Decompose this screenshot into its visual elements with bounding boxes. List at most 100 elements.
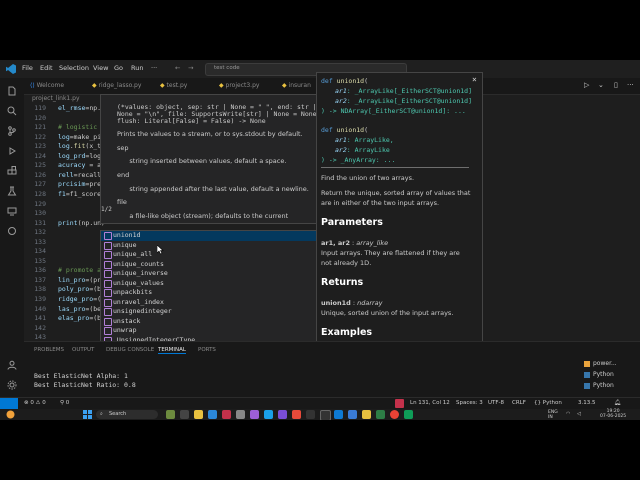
code-line[interactable]: # promote a [58, 266, 101, 274]
windows-start-icon[interactable] [83, 410, 92, 419]
app-l-icon[interactable] [222, 410, 231, 419]
terminal-session-label: Python [593, 371, 614, 378]
edge-icon[interactable] [264, 410, 273, 419]
chrome-icon[interactable] [390, 410, 399, 419]
panel-tab[interactable]: OUTPUT [72, 347, 94, 353]
line-number: 140 [34, 304, 46, 313]
code-line[interactable]: poly_pro=(b [58, 285, 101, 293]
status-python-version[interactable]: 3.13.5 [578, 400, 596, 406]
line-number: 123 [34, 142, 46, 151]
language-indicator[interactable]: ENG IN [548, 410, 558, 420]
office-icon[interactable] [292, 410, 301, 419]
terminal-session[interactable]: Python [584, 382, 640, 393]
file-explorer-icon[interactable] [194, 410, 203, 419]
suggestion-item[interactable]: unwrap [101, 326, 317, 336]
suggestion-item[interactable]: unique [101, 241, 317, 251]
taskbar-app-icon[interactable] [166, 410, 175, 419]
code-line[interactable]: log.fit(x_t [58, 142, 101, 150]
status-encoding[interactable]: UTF-8 [488, 400, 504, 406]
line-number: 129 [34, 199, 46, 208]
close-icon[interactable]: × [472, 75, 477, 84]
terminal-session-label: power... [593, 360, 617, 367]
terminal-session[interactable]: Python [584, 371, 640, 382]
code-line[interactable]: f1=f1_score [58, 190, 101, 198]
documentation-panel: × def union1d( ar1: _ArrayLike[_EitherSC… [316, 72, 483, 348]
function-kind-icon [104, 232, 112, 240]
function-kind-icon [104, 270, 112, 278]
taskbar-search-box[interactable]: ⌕ Search [96, 410, 158, 419]
status-ports[interactable]: ⚲ 0 [60, 400, 69, 406]
status-errors[interactable]: ⊗ 0 ⚠ 0 [24, 400, 46, 406]
copilot-icon[interactable] [278, 410, 287, 419]
app-icon[interactable] [376, 410, 385, 419]
code-line[interactable]: elas_pro=(b [58, 314, 101, 322]
store-icon[interactable] [208, 410, 217, 419]
line-number: 122 [34, 132, 46, 141]
python-icon [584, 371, 590, 378]
suggestion-item[interactable]: unique_values [101, 279, 317, 289]
suggestion-item[interactable]: unsignedinteger [101, 307, 317, 317]
code-line[interactable]: # logistic [58, 123, 97, 131]
code-line[interactable]: lin_pro=(pr [58, 276, 101, 284]
clock[interactable]: 19:20 07-06-2025 [600, 409, 626, 419]
vscode-taskbar-icon[interactable] [334, 410, 343, 419]
doc-desc-line-1: Return the unique, sorted array of value… [321, 189, 471, 197]
task-view-icon[interactable] [180, 410, 189, 419]
panel-tab[interactable]: PORTS [198, 347, 216, 353]
suggestion-item[interactable]: unpackbits [101, 288, 317, 298]
terminal-session[interactable]: power... [584, 360, 640, 371]
code-line[interactable]: acuracy = a [58, 161, 101, 169]
status-eol[interactable]: CRLF [512, 400, 526, 406]
line-number: 139 [34, 295, 46, 303]
signature-help-line: a file-like object (stream); defaults to… [117, 211, 289, 220]
line-number: 121 [34, 123, 46, 132]
app-icon[interactable] [306, 410, 315, 419]
suggestion-item[interactable]: unique_counts [101, 260, 317, 270]
code-line[interactable]: rell=recall [58, 171, 101, 179]
code-line[interactable]: log_prd=log [58, 152, 101, 160]
widgets-icon[interactable] [6, 410, 15, 419]
app-icon[interactable] [236, 410, 245, 419]
signature-counter[interactable]: 1/2 [101, 206, 112, 213]
signature-help-popup: (*values: object, sep: str | None = " ",… [100, 94, 318, 224]
code-line[interactable]: las_pro=(be [58, 305, 101, 313]
suggestion-item[interactable]: union1d [101, 231, 317, 241]
suggestion-item[interactable]: unstack [101, 317, 317, 327]
doc-param-signature: ar1, ar2 : array_like [321, 239, 389, 247]
function-kind-icon [104, 289, 112, 297]
app-icon[interactable] [348, 410, 357, 419]
terminal-app-icon[interactable] [320, 410, 331, 420]
windows-taskbar: ⌕ Search ENG IN ◠ ◁ 19:20 07-06-2025 [0, 409, 640, 420]
line-number: 143 [34, 333, 46, 342]
panel-tab[interactable]: TERMINAL [158, 347, 186, 354]
signature-help-line: file [117, 198, 127, 207]
panel-tab[interactable]: PROBLEMS [34, 347, 64, 353]
suggestion-item[interactable]: unique_inverse [101, 269, 317, 279]
folder-icon[interactable] [362, 410, 371, 419]
status-remote-error-icon[interactable] [395, 399, 404, 408]
code-line[interactable]: print(np.un) [58, 219, 105, 227]
doc-signature-1-param-2: ar2: _ArrayLike[_EitherSCT@union1d] [335, 97, 472, 105]
wifi-icon[interactable]: ◠ [566, 411, 570, 417]
bell-icon[interactable]: 🔔︎ [614, 400, 621, 406]
code-line[interactable]: log=make_pi [58, 133, 101, 141]
code-line[interactable]: ridge_pro=( [58, 295, 101, 303]
suggestion-item[interactable]: unique_all [101, 250, 317, 260]
status-language[interactable]: {} Python [534, 400, 562, 406]
doc-signature-2-head: def union1d( [321, 126, 368, 134]
panel-tab[interactable]: DEBUG CONSOLE [106, 347, 154, 353]
suggestion-label: union1d [113, 231, 141, 239]
volume-icon[interactable]: ◁ [577, 411, 581, 417]
app-icon[interactable] [250, 410, 259, 419]
app-icon[interactable] [404, 410, 413, 419]
line-number: 142 [34, 323, 46, 332]
suggestion-item[interactable]: unravel_index [101, 298, 317, 308]
suggestion-label: unravel_index [113, 297, 164, 306]
status-position[interactable]: Ln 131, Col 12 [410, 400, 450, 406]
code-line[interactable]: prcisim=pre [58, 180, 101, 188]
status-spaces[interactable]: Spaces: 3 [456, 400, 483, 406]
suggestion-label: unique_values [113, 278, 164, 287]
function-kind-icon [104, 327, 112, 335]
doc-return-desc: Unique, sorted union of the input arrays… [321, 309, 454, 317]
code-line[interactable]: el_rmse=np. [58, 104, 101, 112]
